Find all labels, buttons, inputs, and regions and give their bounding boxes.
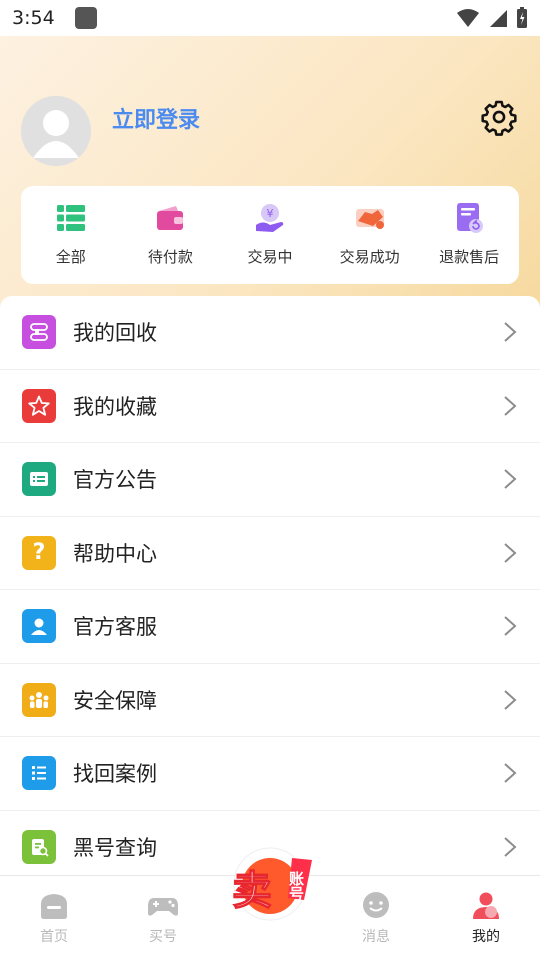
question-icon: ?	[22, 535, 56, 570]
home-icon	[41, 894, 67, 919]
gear-icon	[481, 100, 517, 136]
tab-mine[interactable]: 我的	[446, 890, 526, 946]
order-success[interactable]: 交易成功	[320, 186, 420, 284]
sell-account-badge-icon: 卖 账号	[231, 847, 312, 921]
login-link[interactable]: 立即登录	[112, 102, 200, 134]
menu-label: 我的回收	[73, 321, 157, 346]
menu-item-announcement[interactable]: 官方公告	[0, 443, 540, 517]
handshake-icon	[355, 209, 384, 229]
chevron-right-icon	[504, 763, 517, 783]
menu-item-customer-service[interactable]: 官方客服	[0, 590, 540, 664]
status-indicators	[456, 7, 528, 29]
chevron-right-icon	[504, 837, 517, 857]
yen-hand-icon: ¥	[255, 204, 284, 232]
profile-icon	[473, 892, 499, 919]
gamepad-icon	[148, 898, 178, 916]
wifi-icon	[457, 9, 479, 27]
chevron-right-icon	[504, 396, 517, 416]
default-avatar-icon	[21, 96, 91, 166]
menu-label: 我的收藏	[73, 394, 157, 419]
list-case-icon	[22, 756, 56, 791]
menu-label: 黑号查询	[73, 835, 157, 860]
tab-home[interactable]: 首页	[14, 890, 94, 946]
tab-label: 我的	[472, 929, 500, 945]
chevron-right-icon	[504, 322, 517, 342]
wallet-icon	[157, 206, 184, 230]
chevron-right-icon	[504, 616, 517, 636]
customer-service-icon	[22, 609, 56, 644]
status-time: 3:54	[12, 7, 55, 29]
menu-label: 帮助中心	[73, 541, 157, 566]
avatar[interactable]	[21, 96, 91, 166]
order-pending-payment[interactable]: 待付款	[121, 186, 221, 284]
blacklist-search-icon	[22, 829, 56, 864]
order-all[interactable]: 全部	[21, 186, 121, 284]
tab-messages[interactable]: 消息	[336, 890, 416, 946]
order-in-progress[interactable]: ¥ 交易中	[220, 186, 320, 284]
menu-item-help[interactable]: ? 帮助中心	[0, 517, 540, 590]
sell-badge-sub: 账号	[287, 871, 305, 902]
menu-label: 官方客服	[73, 615, 157, 640]
recycle-icon	[22, 315, 56, 350]
tab-label: 首页	[40, 929, 68, 945]
order-card: 全部 待付款 ¥ 交易中 交易成功 退款售后	[21, 186, 519, 284]
announcement-icon	[22, 462, 56, 497]
menu-item-favorites[interactable]: 我的收藏	[0, 370, 540, 443]
notification-icon	[74, 7, 97, 29]
star-icon	[22, 388, 56, 423]
menu-label: 找回案例	[73, 762, 157, 787]
shield-people-icon	[22, 682, 56, 717]
refund-doc-icon	[457, 203, 484, 233]
status-bar: 3:54	[0, 0, 540, 36]
svg-text:¥: ¥	[266, 207, 273, 220]
tab-label: 消息	[362, 929, 390, 945]
battery-icon	[517, 7, 527, 28]
menu-item-security[interactable]: 安全保障	[0, 664, 540, 737]
order-label: 待付款	[147, 248, 193, 266]
order-label: 交易成功	[339, 248, 400, 266]
sell-badge-main: 卖	[232, 868, 272, 914]
message-icon	[363, 892, 389, 918]
order-label: 全部	[55, 248, 86, 266]
menu-label: 安全保障	[73, 688, 157, 713]
menu-item-recycle[interactable]: 我的回收	[0, 296, 540, 370]
order-label: 交易中	[247, 248, 293, 266]
list-icon	[56, 205, 85, 231]
menu-list: 我的回收 我的收藏 官方公告 ? 帮助中心 官方客服 安全保障 找回案例 黑号查…	[0, 296, 540, 884]
tab-label: 买号	[149, 929, 177, 945]
chevron-right-icon	[504, 690, 517, 710]
menu-item-recovery-cases[interactable]: 找回案例	[0, 737, 540, 811]
order-label: 退款售后	[439, 248, 500, 266]
signal-icon	[490, 10, 507, 27]
settings-button[interactable]	[480, 98, 518, 136]
menu-label: 官方公告	[73, 468, 157, 493]
chevron-right-icon	[504, 469, 517, 489]
sell-account-button[interactable]: 卖 账号	[222, 840, 318, 924]
order-refund[interactable]: 退款售后	[419, 186, 519, 284]
tab-buy[interactable]: 买号	[123, 890, 203, 946]
chevron-right-icon	[504, 543, 517, 563]
